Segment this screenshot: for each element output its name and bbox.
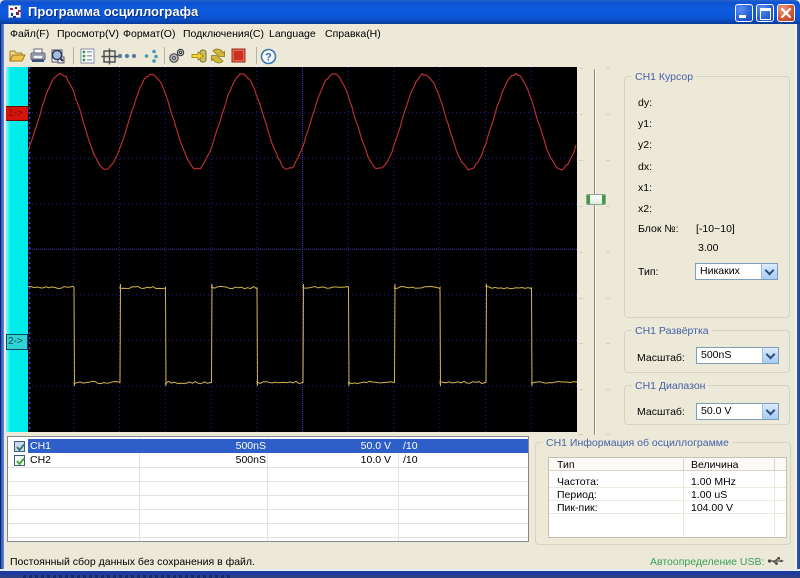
svg-text:?: ? bbox=[265, 52, 272, 64]
